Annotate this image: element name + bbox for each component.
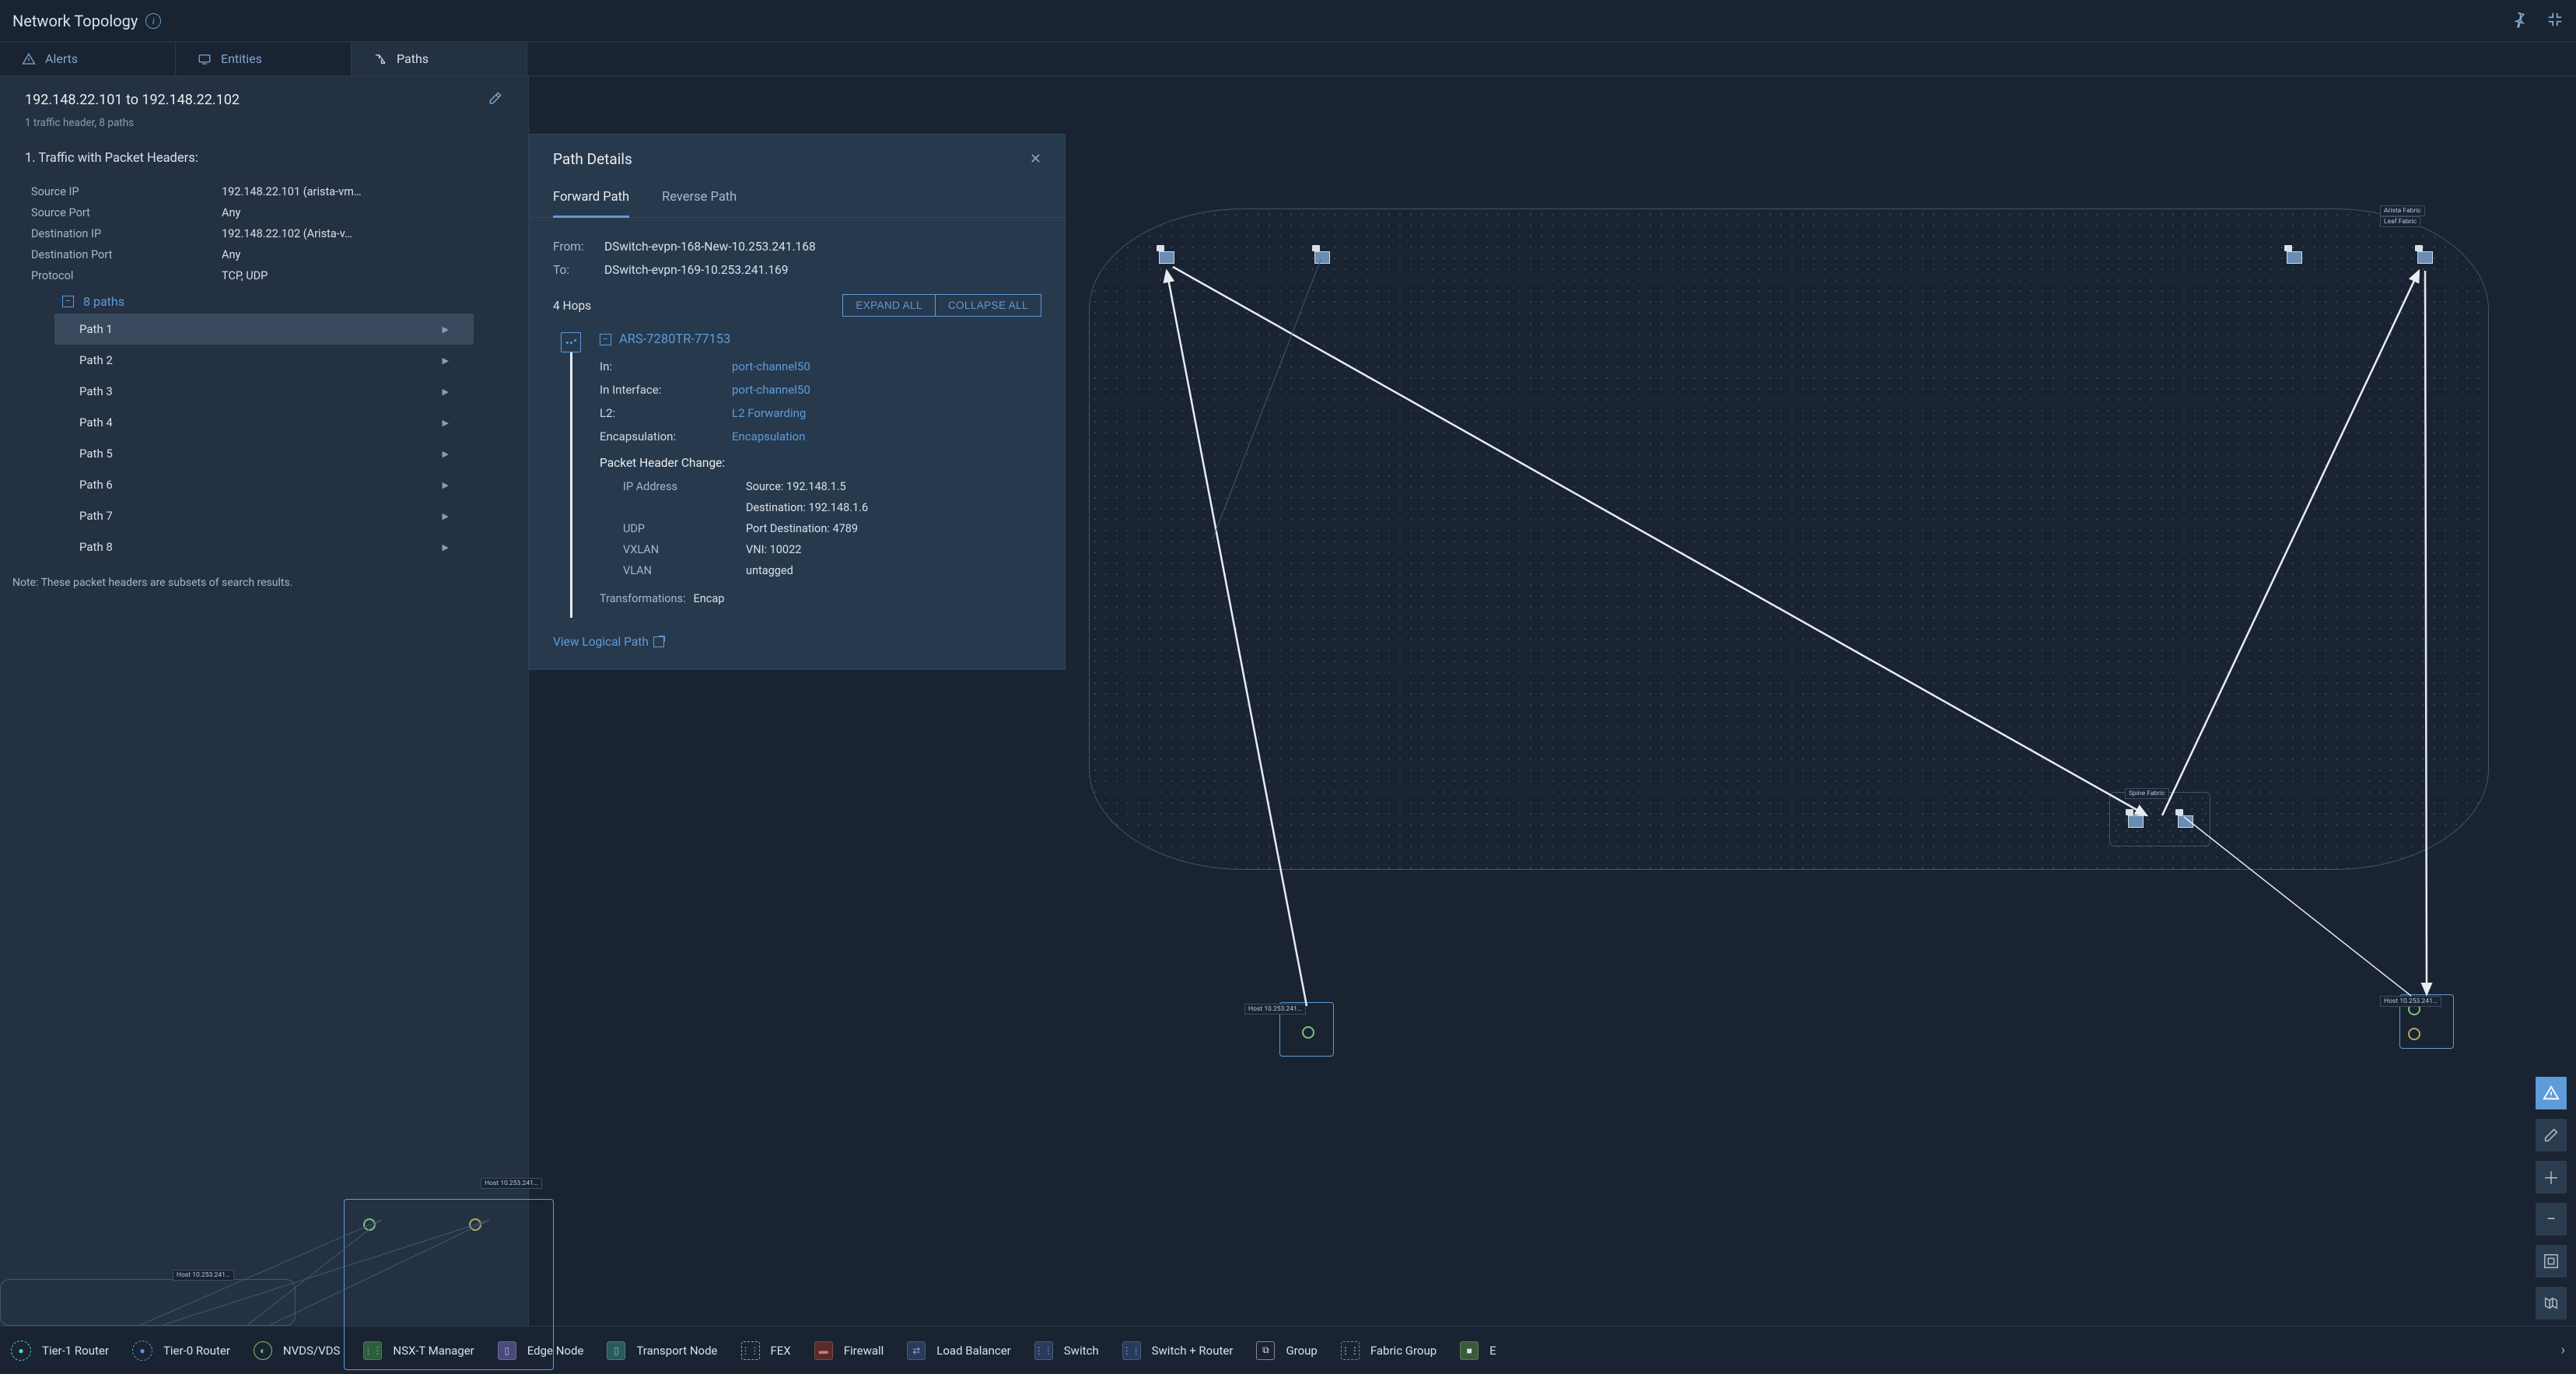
pkt-ip-dst: Destination: 192.148.1.6	[746, 501, 868, 514]
trans-label: Transformations:	[600, 592, 686, 605]
to-value: DSwitch-evpn-169-10.253.241.169	[604, 263, 788, 277]
legend-grp: ⧉Group	[1256, 1341, 1317, 1360]
device-node-5[interactable]	[2128, 815, 2144, 828]
legend-sw: ⋮⋮Switch	[1034, 1341, 1099, 1360]
hops-count: 4 Hops	[553, 299, 591, 313]
topology-canvas[interactable]: Arista Fabric Leaf Fabric Spine Fabric H…	[0, 76, 2576, 1326]
top-bar: Network Topology i	[0, 0, 2576, 42]
hop-enc-label: Encapsulation:	[600, 429, 732, 443]
host-label-4: Host 10.253.241…	[173, 1270, 234, 1281]
pkt-udp-label: UDP	[623, 522, 746, 535]
path-details-panel: Path Details ✕ Forward Path Reverse Path…	[529, 134, 1066, 670]
device-node-2[interactable]	[1314, 251, 1330, 264]
from-label: From:	[553, 240, 597, 254]
trans-value: Encap	[694, 592, 725, 605]
fabric-label-spine: Spine Fabric	[2125, 788, 2169, 799]
pkt-vlan-val: untagged	[746, 564, 793, 577]
legend-tier0: ●Tier-0 Router	[132, 1341, 230, 1361]
device-node-1[interactable]	[1159, 251, 1174, 264]
device-node-4[interactable]	[2417, 251, 2433, 264]
fabric-box-spine[interactable]	[2109, 792, 2210, 846]
legend-lb: ⇄Load Balancer	[907, 1341, 1010, 1360]
view-logical-path-link[interactable]: View Logical Path	[553, 618, 664, 650]
to-label: To:	[553, 263, 597, 277]
tab-paths[interactable]: Paths	[352, 42, 527, 75]
pkt-vxlan-val: VNI: 10022	[746, 543, 801, 556]
external-link-icon	[653, 636, 664, 647]
pkt-ip-src: Source: 192.148.1.5	[746, 480, 846, 493]
host-node-4[interactable]	[0, 1279, 296, 1326]
device-node-6[interactable]	[2178, 815, 2193, 828]
legend-swr: ⋮⋮Switch + Router	[1122, 1341, 1234, 1360]
device-node-3[interactable]	[2287, 251, 2302, 264]
hop-in-label: In:	[600, 359, 732, 373]
host-node-3[interactable]	[344, 1199, 554, 1370]
host-label-2: Host 10.253.241…	[2380, 996, 2441, 1007]
hop-device-name[interactable]: ARS-7280TR-77153	[619, 332, 730, 347]
legend-scroll-right[interactable]: ›	[2561, 1342, 2565, 1358]
tab-alerts[interactable]: Alerts	[0, 42, 176, 75]
pkt-ip-label: IP Address	[623, 480, 746, 493]
from-value: DSwitch-evpn-168-New-10.253.241.168	[604, 240, 816, 254]
tab-reverse-path[interactable]: Reverse Path	[662, 184, 737, 217]
hop-l2-label: L2:	[600, 406, 732, 420]
collapse-all-button[interactable]: COLLAPSE ALL	[935, 294, 1041, 317]
page-title: Network Topology i	[12, 12, 161, 30]
tab-entities[interactable]: Entities	[176, 42, 352, 75]
legend-fg: ⋮⋮Fabric Group	[1341, 1341, 1437, 1360]
fabric-box-leaf[interactable]	[1089, 209, 2489, 870]
pkt-vlan-label: VLAN	[623, 564, 746, 577]
host-label-1: Host 10.253.241…	[1244, 1004, 1306, 1015]
hop-inif-label: In Interface:	[600, 383, 732, 397]
pin-icon[interactable]	[2511, 11, 2528, 31]
hop-enc-value[interactable]: Encapsulation	[732, 429, 805, 443]
host-label-3: Host 10.253.241…	[481, 1178, 542, 1189]
legend-fw: ▬Firewall	[814, 1341, 884, 1360]
pkt-udp-val: Port Destination: 4789	[746, 522, 858, 535]
legend-tn: ▯Transport Node	[607, 1341, 717, 1360]
fabric-label-arista: Arista Fabric	[2380, 205, 2425, 216]
pkt-vxlan-label: VXLAN	[623, 543, 746, 556]
collapse-icon[interactable]	[2546, 11, 2564, 31]
fabric-label-leaf: Leaf Fabric	[2380, 216, 2420, 227]
pkt-header-heading: Packet Header Change:	[600, 448, 1041, 476]
hop-device-icon[interactable]	[561, 332, 581, 352]
info-icon[interactable]: i	[145, 13, 161, 29]
hop-in-value[interactable]: port-channel50	[732, 359, 810, 373]
sub-nav: Alerts Entities Paths	[0, 42, 2576, 76]
legend-nvds: ◐NVDS/VDS	[254, 1341, 341, 1360]
hop-inif-value[interactable]: port-channel50	[732, 383, 810, 397]
legend-fex: ⋮⋮FEX	[741, 1341, 791, 1360]
tab-forward-path[interactable]: Forward Path	[553, 184, 629, 218]
hop-l2-value[interactable]: L2 Forwarding	[732, 406, 806, 420]
legend-more: ■E	[1460, 1341, 1496, 1360]
hop-collapse-icon[interactable]: −	[600, 334, 611, 345]
expand-all-button[interactable]: EXPAND ALL	[842, 294, 935, 317]
legend-tier1: ●Tier-1 Router	[11, 1341, 109, 1361]
close-icon[interactable]: ✕	[1030, 151, 1041, 167]
details-title: Path Details	[553, 150, 632, 168]
hop-rail	[570, 335, 572, 618]
hop-node-1: − ARS-7280TR-77153 In:port-channel50 In …	[553, 332, 1041, 618]
